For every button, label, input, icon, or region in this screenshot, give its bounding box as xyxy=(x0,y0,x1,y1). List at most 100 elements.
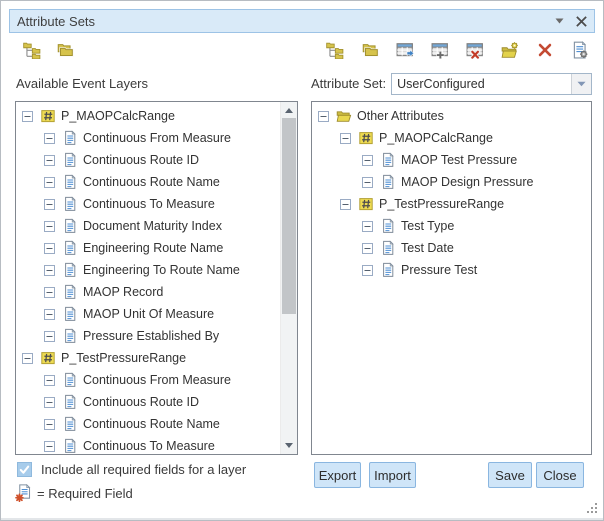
tree-item-label: Continuous Route ID xyxy=(83,395,199,409)
collapse-toggle[interactable] xyxy=(44,265,55,276)
include-required-row: Include all required fields for a layer xyxy=(17,462,246,477)
collapse-toggle[interactable] xyxy=(44,199,55,210)
tree-item-label: MAOP Record xyxy=(83,285,163,299)
collapse-toggle[interactable] xyxy=(44,397,55,408)
scroll-down-icon xyxy=(285,443,293,448)
collapse-toggle[interactable] xyxy=(362,265,373,276)
event-layer-icon xyxy=(358,196,374,212)
collapse-toggle[interactable] xyxy=(362,221,373,232)
new-attribute-set-button[interactable] xyxy=(500,40,519,59)
table-add-icon xyxy=(431,41,449,59)
tree-item-engineering-route-name[interactable]: Engineering Route Name xyxy=(16,237,281,259)
panel-menu-button[interactable] xyxy=(555,18,564,24)
attribute-set-select[interactable]: UserConfigured xyxy=(391,73,592,95)
collapse-toggle[interactable] xyxy=(362,243,373,254)
tree-item-label: P_TestPressureRange xyxy=(61,351,186,365)
tree-item-continuous-route-name[interactable]: Continuous Route Name xyxy=(16,171,281,193)
field-icon xyxy=(380,174,396,190)
collapse-toggle[interactable] xyxy=(44,243,55,254)
tree-item-label: Continuous From Measure xyxy=(83,373,231,387)
tree-item-maop-unit-of-measure[interactable]: MAOP Unit Of Measure xyxy=(16,303,281,325)
tree-item-label: Continuous Route ID xyxy=(83,153,199,167)
table-add-button[interactable] xyxy=(430,40,449,59)
folders-icon xyxy=(56,41,74,59)
tree-item-label: Test Date xyxy=(401,241,454,255)
field-icon xyxy=(62,284,78,300)
tree-item-p-maopcalcrange[interactable]: P_MAOPCalcRange xyxy=(312,127,591,149)
tree-item-label: MAOP Test Pressure xyxy=(401,153,517,167)
tree-item-p-maopcalcrange[interactable]: P_MAOPCalcRange xyxy=(16,105,281,127)
tree-item-label: Pressure Established By xyxy=(83,329,219,343)
layers-tree-button[interactable] xyxy=(325,40,344,59)
export-button[interactable]: Export xyxy=(314,462,361,488)
collapse-toggle[interactable] xyxy=(44,221,55,232)
scroll-down-button[interactable] xyxy=(281,438,297,453)
properties-button[interactable] xyxy=(570,40,589,59)
tree-item-pressure-test[interactable]: Pressure Test xyxy=(312,259,591,281)
title-bar[interactable]: Attribute Sets xyxy=(9,9,595,33)
tree-item-test-date[interactable]: Test Date xyxy=(312,237,591,259)
tree-item-engineering-to-route-name[interactable]: Engineering To Route Name xyxy=(16,259,281,281)
tree-item-test-type[interactable]: Test Type xyxy=(312,215,591,237)
layers-tree-icon xyxy=(23,41,41,59)
tree-item-document-maturity-index[interactable]: Document Maturity Index xyxy=(16,215,281,237)
collapse-toggle[interactable] xyxy=(44,375,55,386)
collapse-toggle[interactable] xyxy=(44,309,55,320)
tree-item-pressure-established-by[interactable]: Pressure Established By xyxy=(16,325,281,347)
tree-item-continuous-to-measure[interactable]: Continuous To Measure xyxy=(16,435,281,454)
resize-grip[interactable] xyxy=(587,503,598,514)
tree-item-continuous-route-name[interactable]: Continuous Route Name xyxy=(16,413,281,435)
scroll-up-button[interactable] xyxy=(281,103,297,118)
collapse-toggle[interactable] xyxy=(340,133,351,144)
tree-item-other-attributes[interactable]: Other Attributes xyxy=(312,105,591,127)
tree-item-label: Continuous Route Name xyxy=(83,417,220,431)
event-layer-icon xyxy=(40,108,56,124)
include-required-checkbox[interactable] xyxy=(17,462,32,477)
tree-item-maop-test-pressure[interactable]: MAOP Test Pressure xyxy=(312,149,591,171)
tree-item-p-testpressurerange[interactable]: P_TestPressureRange xyxy=(312,193,591,215)
tree-item-continuous-from-measure[interactable]: Continuous From Measure xyxy=(16,369,281,391)
collapse-toggle[interactable] xyxy=(340,199,351,210)
collapse-toggle[interactable] xyxy=(44,133,55,144)
collapse-toggle[interactable] xyxy=(44,331,55,342)
field-icon xyxy=(380,152,396,168)
attribute-set-panel: Other AttributesP_MAOPCalcRange MAOP Test… xyxy=(311,101,592,455)
table-remove-button[interactable] xyxy=(465,40,484,59)
collapse-toggle[interactable] xyxy=(44,287,55,298)
import-button[interactable]: Import xyxy=(369,462,416,488)
collapse-toggle[interactable] xyxy=(362,155,373,166)
collapse-toggle[interactable] xyxy=(44,441,55,452)
vertical-scrollbar[interactable] xyxy=(280,102,297,454)
collapse-toggle[interactable] xyxy=(22,353,33,364)
collapse-toggle[interactable] xyxy=(362,177,373,188)
collapse-toggle[interactable] xyxy=(44,177,55,188)
attribute-sets-dialog: Attribute Sets Available Event Layers At… xyxy=(0,0,604,521)
layers-tree-button[interactable] xyxy=(22,40,41,59)
field-icon xyxy=(62,416,78,432)
attribute-set-label: Attribute Set: xyxy=(311,76,386,91)
folder-open-icon xyxy=(336,108,352,124)
tree-item-continuous-route-id[interactable]: Continuous Route ID xyxy=(16,149,281,171)
close-panel-button[interactable] xyxy=(576,16,587,27)
close-button[interactable]: Close xyxy=(536,462,584,488)
folders-button[interactable] xyxy=(55,40,74,59)
collapse-toggle[interactable] xyxy=(22,111,33,122)
collapse-toggle[interactable] xyxy=(44,155,55,166)
scrollbar-thumb[interactable] xyxy=(282,118,296,314)
tree-item-continuous-to-measure[interactable]: Continuous To Measure xyxy=(16,193,281,215)
delete-button[interactable] xyxy=(535,40,554,59)
tree-item-p-testpressurerange[interactable]: P_TestPressureRange xyxy=(16,347,281,369)
tree-item-maop-design-pressure[interactable]: MAOP Design Pressure xyxy=(312,171,591,193)
tree-item-continuous-from-measure[interactable]: Continuous From Measure xyxy=(16,127,281,149)
tree-item-maop-record[interactable]: MAOP Record xyxy=(16,281,281,303)
field-icon xyxy=(380,240,396,256)
tree-item-continuous-route-id[interactable]: Continuous Route ID xyxy=(16,391,281,413)
collapse-toggle[interactable] xyxy=(318,111,329,122)
save-button[interactable]: Save xyxy=(488,462,532,488)
collapse-toggle[interactable] xyxy=(44,419,55,430)
folders-button[interactable] xyxy=(360,40,379,59)
table-export-button[interactable] xyxy=(395,40,414,59)
tree-item-label: P_TestPressureRange xyxy=(379,197,504,211)
attribute-set-tree: Other AttributesP_MAOPCalcRange MAOP Test… xyxy=(312,102,591,454)
combo-dropdown-button[interactable] xyxy=(571,74,591,94)
